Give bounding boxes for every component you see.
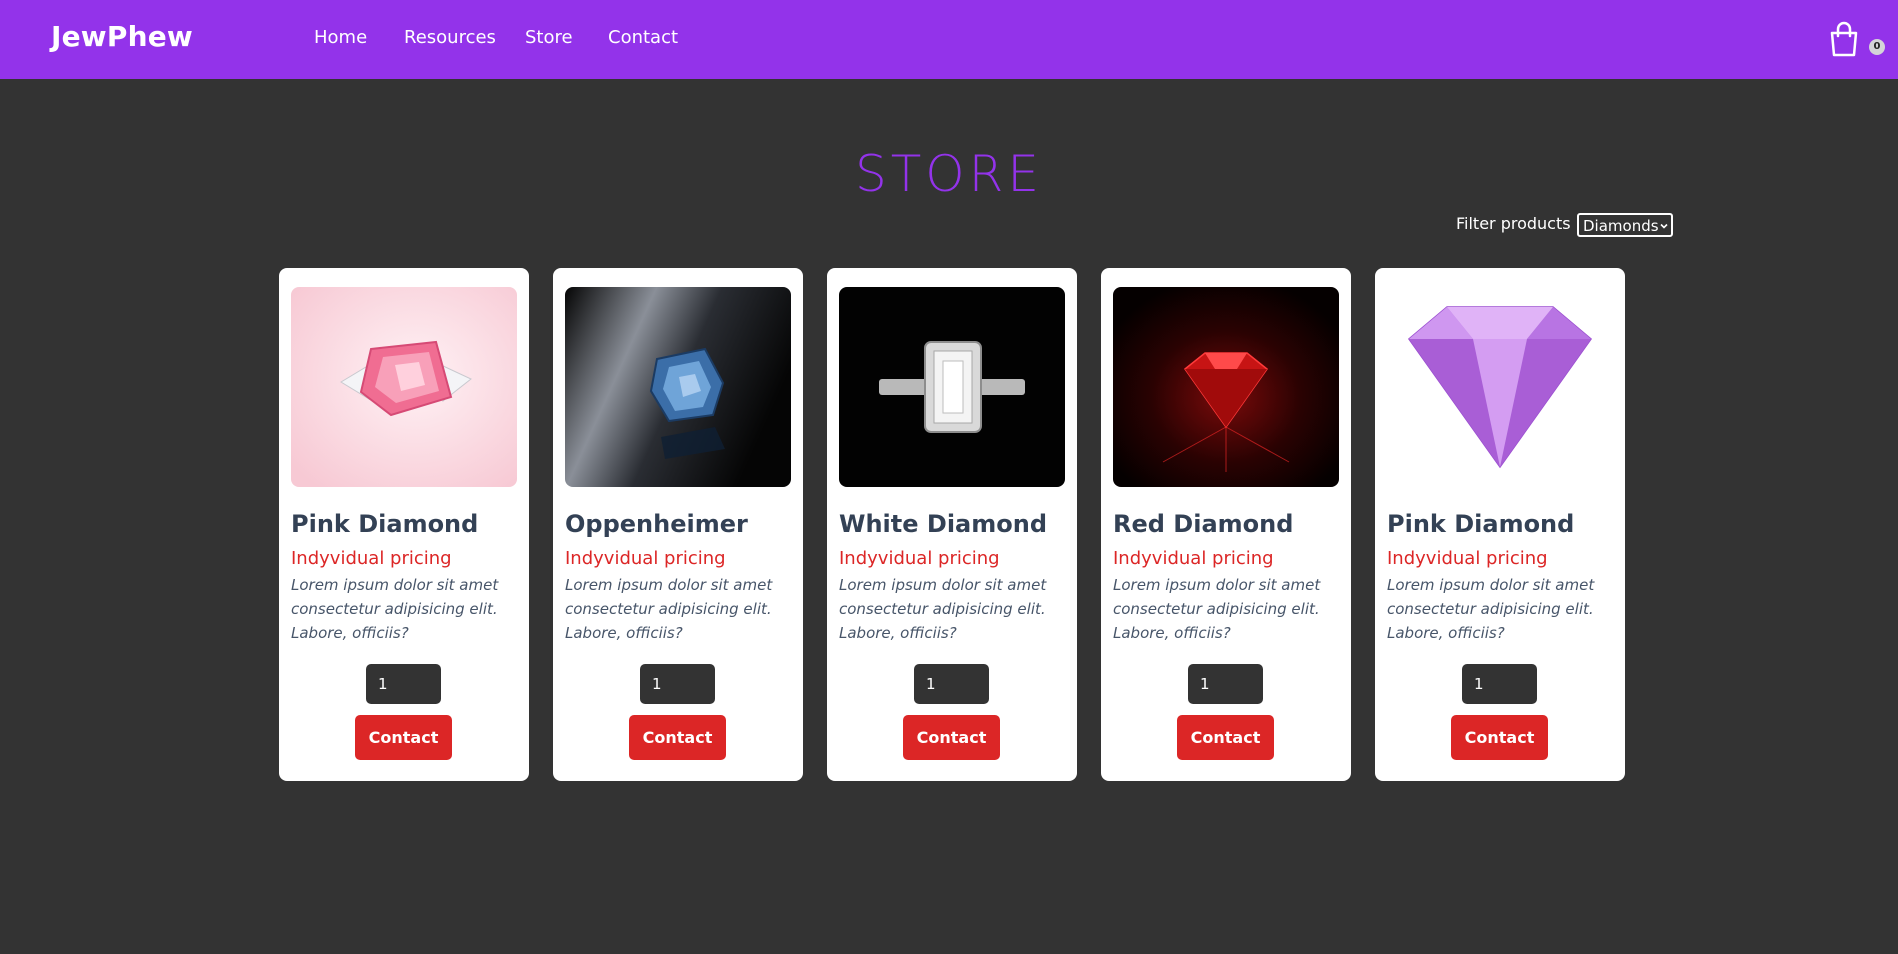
cart-button[interactable] [1824,19,1864,59]
product-card: White Diamond Indyvidual pricing Lorem i… [827,268,1077,781]
chevron-down-icon [1660,223,1668,229]
quantity-input[interactable]: 1 [1462,664,1537,704]
product-name: White Diamond [839,510,1047,538]
product-image [565,287,791,487]
product-description: Lorem ipsum dolor sit amet consectetur a… [839,576,1047,642]
product-price: Indyvidual pricing [1113,548,1274,569]
nav-link-contact[interactable]: Contact [608,27,678,48]
product-card: Pink Diamond Indyvidual pricing Lorem ip… [279,268,529,781]
quantity-input[interactable]: 1 [640,664,715,704]
contact-button[interactable]: Contact [903,715,1000,760]
contact-button[interactable]: Contact [1451,715,1548,760]
product-name: Pink Diamond [1387,510,1575,538]
product-name: Oppenheimer [565,510,748,538]
navbar: JewPhew Home Resources Store Contact 0 [0,0,1898,79]
nav-link-home[interactable]: Home [314,27,367,48]
contact-button[interactable]: Contact [355,715,452,760]
product-price: Indyvidual pricing [839,548,1000,569]
contact-button[interactable]: Contact [1177,715,1274,760]
product-name: Red Diamond [1113,510,1294,538]
nav-link-resources[interactable]: Resources [404,27,496,48]
nav-link-store[interactable]: Store [525,27,573,48]
quantity-input[interactable]: 1 [1188,664,1263,704]
quantity-input[interactable]: 1 [914,664,989,704]
filter-label: Filter products [1456,214,1571,233]
filter-selected-value: Diamonds [1583,216,1659,235]
filter-select[interactable]: Diamonds [1577,213,1673,237]
cart-count-badge: 0 [1869,39,1885,55]
product-price: Indyvidual pricing [565,548,726,569]
product-description: Lorem ipsum dolor sit amet consectetur a… [1113,576,1321,642]
product-description: Lorem ipsum dolor sit amet consectetur a… [565,576,773,642]
product-card: Pink Diamond Indyvidual pricing Lorem ip… [1375,268,1625,781]
product-image [839,287,1065,487]
brand-logo[interactable]: JewPhew [51,20,193,53]
contact-button[interactable]: Contact [629,715,726,760]
product-card: Oppenheimer Indyvidual pricing Lorem ips… [553,268,803,781]
product-image [291,287,517,487]
shopping-bag-icon [1830,21,1858,57]
product-description: Lorem ipsum dolor sit amet consectetur a… [291,576,499,642]
page-title: STORE [855,145,1043,203]
product-image [1113,287,1339,487]
product-image [1387,287,1613,487]
product-price: Indyvidual pricing [1387,548,1548,569]
product-description: Lorem ipsum dolor sit amet consectetur a… [1387,576,1595,642]
product-price: Indyvidual pricing [291,548,452,569]
quantity-input[interactable]: 1 [366,664,441,704]
product-card: Red Diamond Indyvidual pricing Lorem ips… [1101,268,1351,781]
product-name: Pink Diamond [291,510,479,538]
